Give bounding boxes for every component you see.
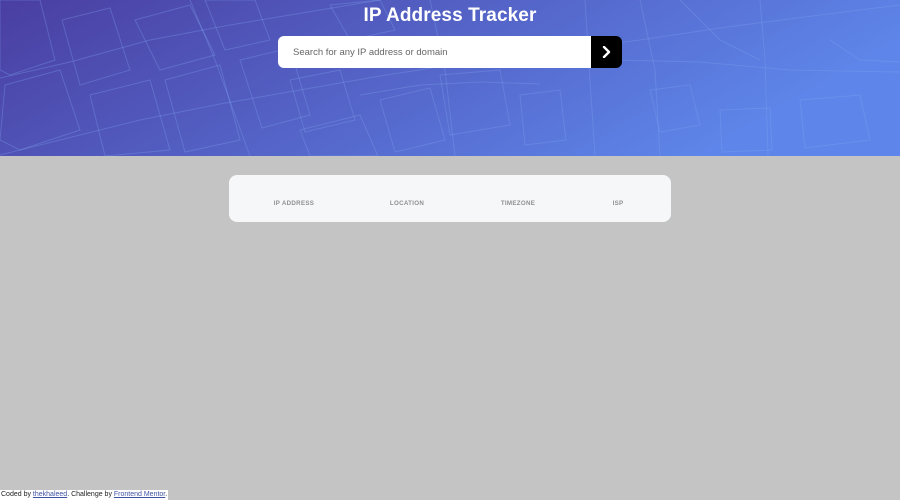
attribution-middle: . Challenge by: [67, 491, 114, 498]
frontend-mentor-link[interactable]: Frontend Mentor: [114, 491, 165, 498]
location-label: LOCATION: [389, 200, 425, 207]
page-title: IP Address Tracker: [363, 5, 537, 26]
header-banner: IP Address Tracker: [0, 0, 900, 156]
search-bar: [278, 36, 622, 68]
author-link[interactable]: thekhaleed: [33, 491, 67, 498]
ip-info-card: IP ADDRESS LOCATION TIMEZONE ISP: [229, 175, 671, 222]
attribution-suffix: .: [165, 491, 168, 498]
search-input[interactable]: [278, 36, 591, 68]
isp-label: ISP: [612, 200, 624, 207]
timezone-label: TIMEZONE: [500, 200, 536, 207]
search-submit-button[interactable]: [591, 36, 622, 68]
chevron-right-icon: [602, 46, 610, 58]
attribution-footer: Coded by thekhaleed. Challenge by Fronte…: [0, 490, 169, 500]
ip-address-label: IP ADDRESS: [273, 200, 315, 207]
attribution-prefix: Coded by: [1, 491, 33, 498]
